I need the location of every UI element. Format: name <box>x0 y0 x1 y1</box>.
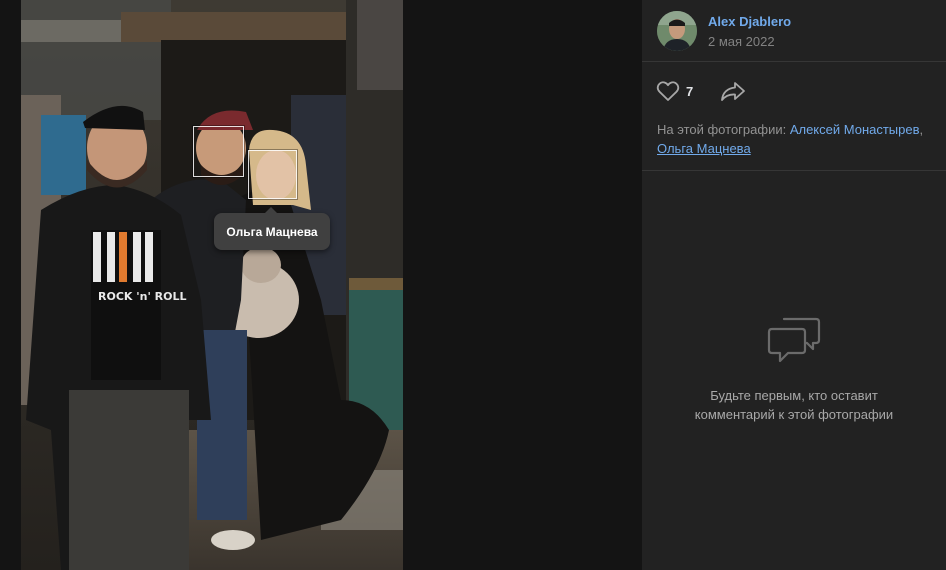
heart-icon <box>656 81 680 101</box>
tag-tooltip: Ольга Мацнева <box>214 207 330 250</box>
divider <box>642 61 946 62</box>
photo-viewer: ROCK 'n' ROLL Ольга Мацнева Alex Djabler… <box>0 0 946 570</box>
share-icon <box>721 82 745 101</box>
photo[interactable]: ROCK 'n' ROLL Ольга Мацнева <box>21 0 403 570</box>
actions-bar: 7 <box>656 78 856 104</box>
photo-image: ROCK 'n' ROLL <box>21 0 403 570</box>
face-tag-frame-olga[interactable] <box>248 150 297 199</box>
post-date: 2 мая 2022 <box>708 34 775 49</box>
shirt-print: ROCK 'n' ROLL <box>98 290 186 303</box>
comments-empty-state: Будьте первым, кто оставит комментарий к… <box>642 316 946 424</box>
share-button[interactable] <box>720 78 748 104</box>
tagged-person-link[interactable]: Ольга Мацнева <box>657 141 751 156</box>
comments-empty-text: Будьте первым, кто оставит комментарий к… <box>684 386 904 424</box>
empty-text-line1: Будьте первым, кто оставит <box>710 388 878 403</box>
comments-icon <box>767 317 821 363</box>
author-row: Alex Djablero 2 мая 2022 <box>657 11 937 51</box>
like-button[interactable]: 7 <box>656 78 693 104</box>
like-count: 7 <box>686 83 694 99</box>
empty-text-line2: комментарий к этой фотографии <box>694 407 894 422</box>
tagged-prefix: На этой фотографии: <box>657 122 790 137</box>
author-avatar[interactable] <box>657 11 697 51</box>
avatar-image <box>657 11 697 51</box>
photo-info-panel: Alex Djablero 2 мая 2022 7 На этой фотог… <box>642 0 946 570</box>
tagged-separator: , <box>919 122 924 137</box>
divider <box>642 170 946 171</box>
tagged-person-link[interactable]: Алексей Монастырев <box>790 122 920 137</box>
face-tag-frame[interactable] <box>193 126 244 177</box>
tagged-people: На этой фотографии: Алексей Монастырев, … <box>657 120 937 158</box>
author-name[interactable]: Alex Djablero <box>708 14 791 29</box>
